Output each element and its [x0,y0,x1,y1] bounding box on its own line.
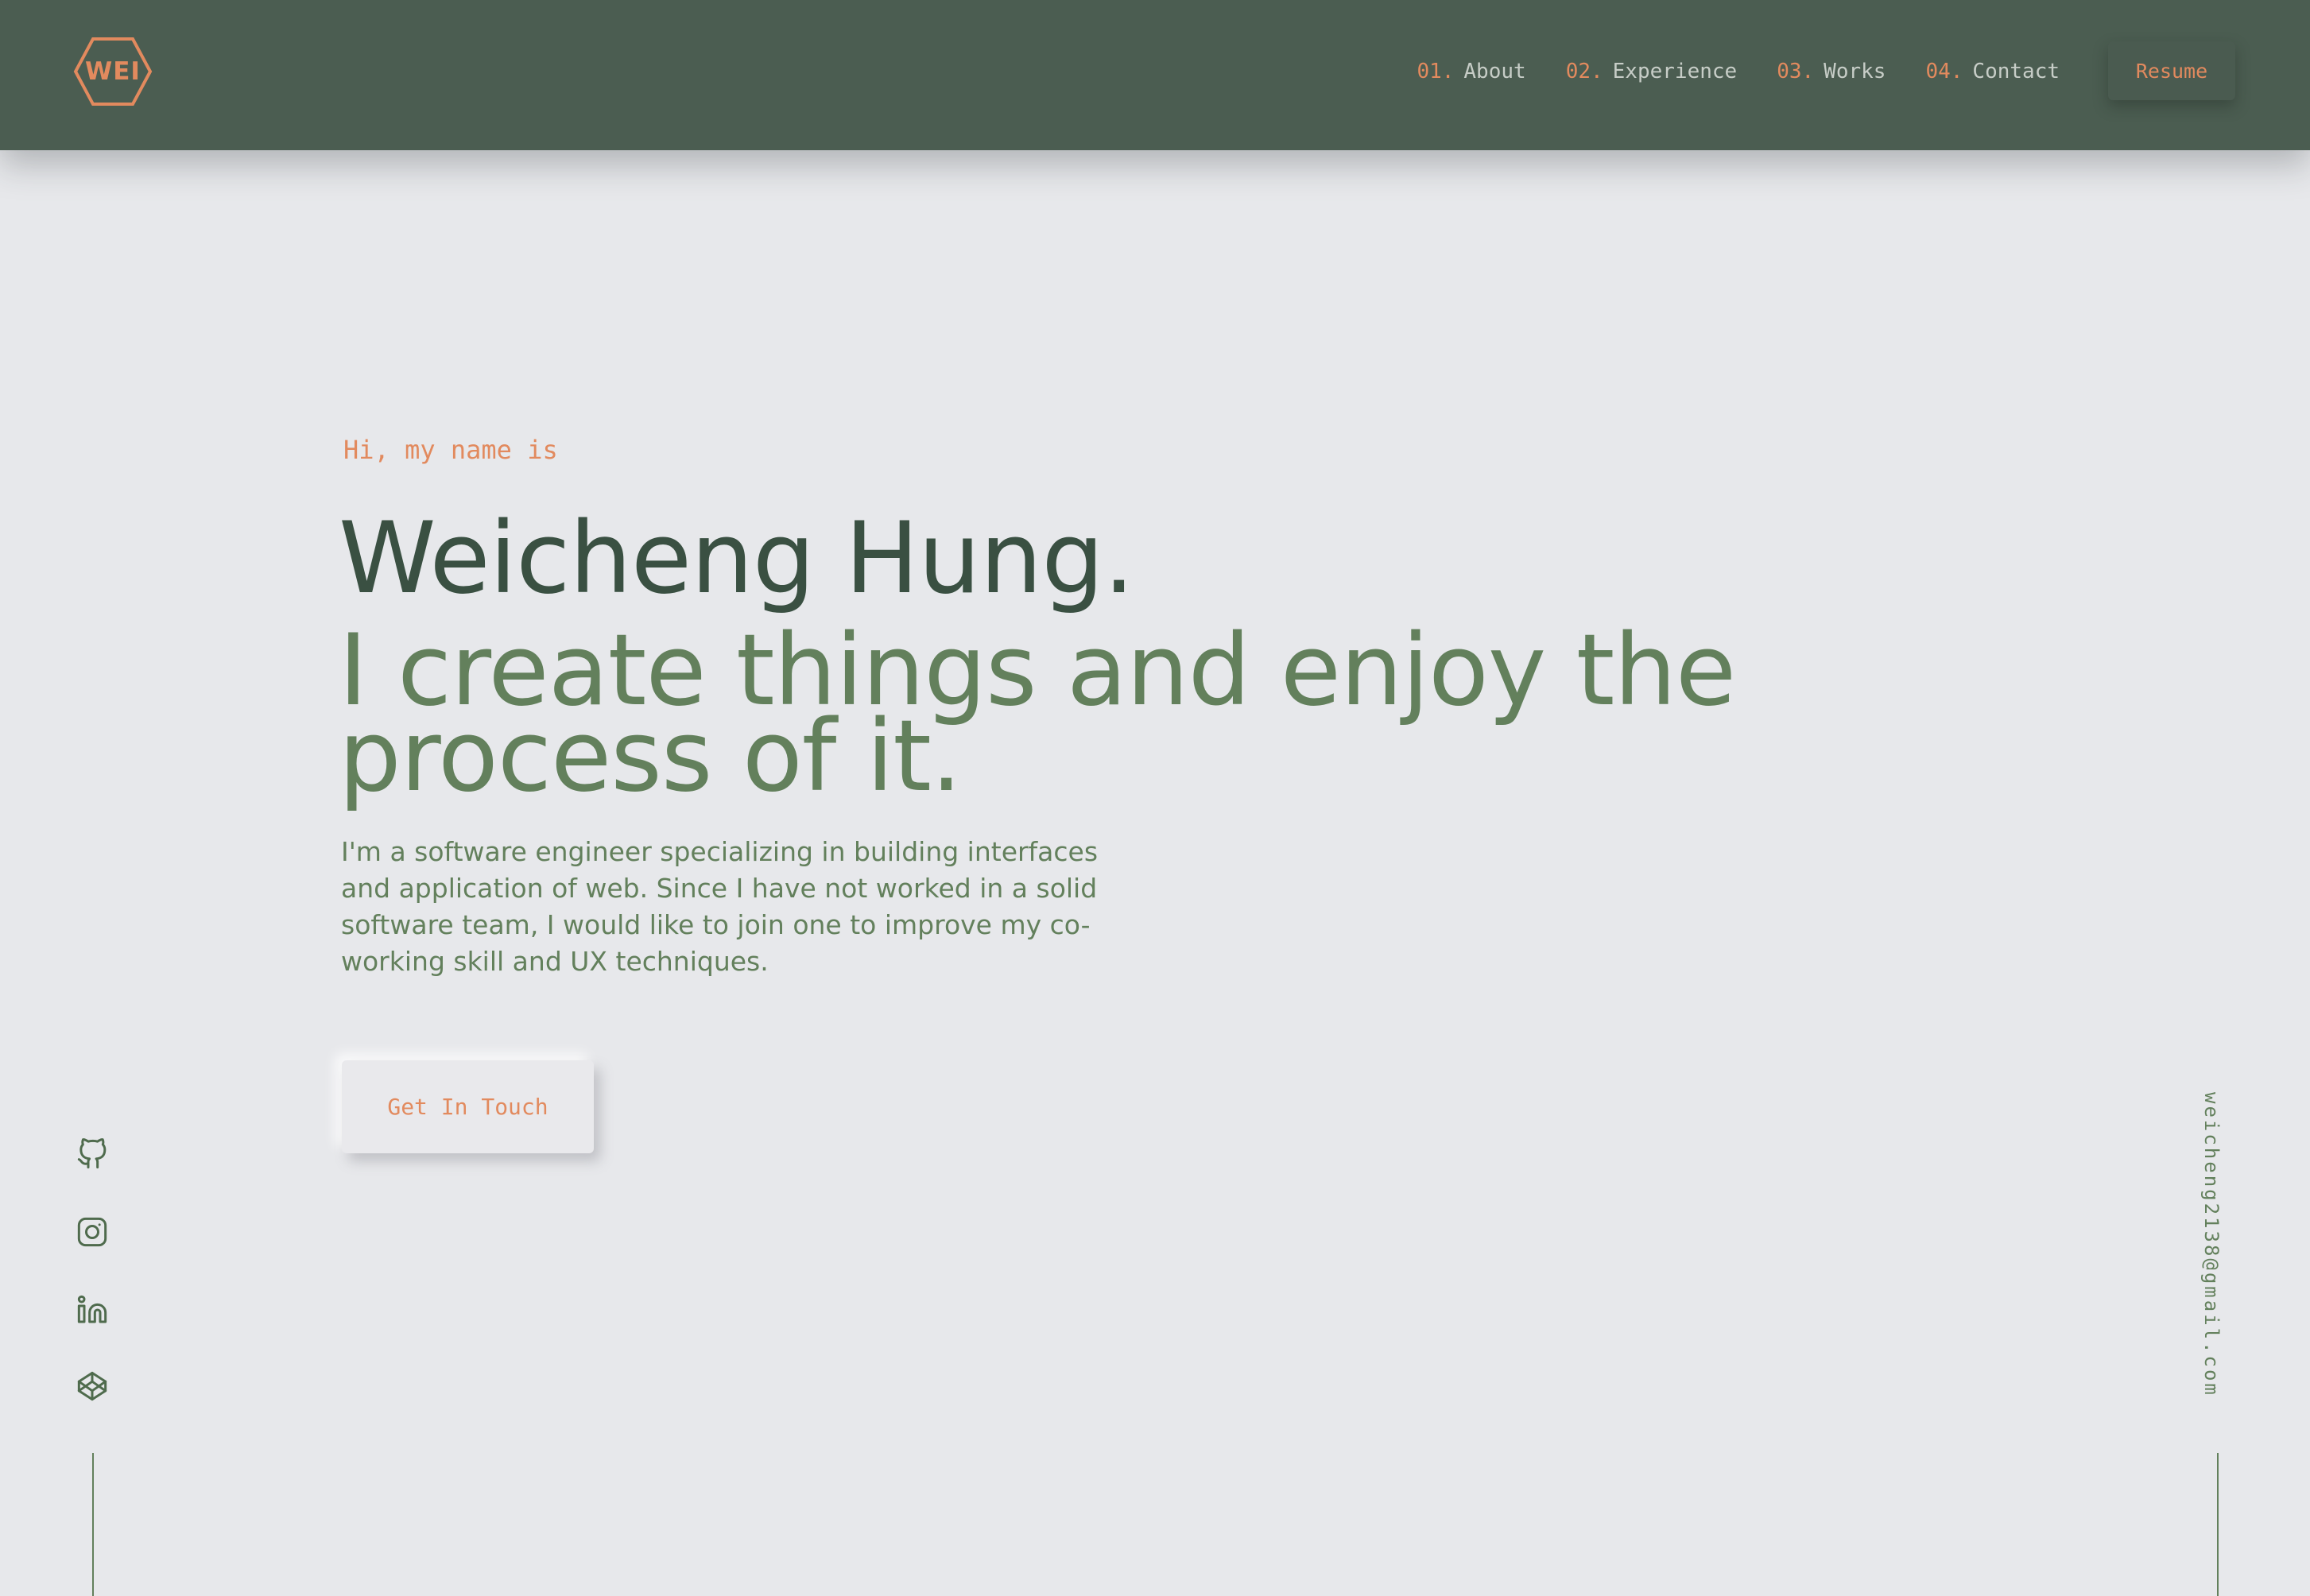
hero-bio-line: I'm a software engineer specializing in … [341,836,1099,867]
nav-number: 01. [1417,60,1455,83]
nav-item-about[interactable]: 01. About [1417,56,1525,87]
main-nav: 01. About 02. Experience 03. Works 04. Conta… [1417,56,2060,87]
nav-number: 02. [1565,60,1603,83]
instagram-link[interactable] [76,1216,108,1248]
codepen-icon [77,1371,107,1401]
get-in-touch-button[interactable]: Get In Touch [342,1060,594,1153]
hero-tagline: I create things and enjoy the process of… [339,622,1769,806]
hero-bio-line: software team, I would like to join one … [341,909,1091,940]
nav-item-contact[interactable]: 04. Contact [1925,56,2060,87]
email-link[interactable]: weicheng2138@gmail.com [2200,1092,2223,1397]
github-icon [77,1138,107,1169]
hero-name: Weicheng Hung. [339,502,1134,616]
nav-item-experience[interactable]: 02. Experience [1566,56,1738,87]
nav-item-works[interactable]: 03. Works [1777,56,1886,87]
nav-number: 04. [1925,60,1963,83]
nav-label: Works [1824,60,1886,83]
codepen-link[interactable] [76,1370,108,1402]
hero-bio-line: working skill and UX techniques. [341,946,769,977]
hero-bio-line: and application of web. Since I have not… [341,873,1098,904]
instagram-icon [77,1217,107,1247]
hero-greeting: Hi, my name is [343,435,558,465]
nav-label: Experience [1612,60,1738,83]
hero-bio: I'm a software engineer specializing in … [341,834,1144,980]
resume-button[interactable]: Resume [2108,41,2235,100]
page: WEI 01. About 02. Experience 03. Works 04. C… [0,0,2310,1596]
github-link[interactable] [76,1138,108,1170]
right-rail-line [2217,1453,2219,1596]
nav-number: 03. [1777,60,1815,83]
nav-label: About [1463,60,1526,83]
site-header: WEI 01. About 02. Experience 03. Works 04. C… [0,0,2310,150]
logo-text: WEI [85,57,141,86]
nav-label: Contact [1972,60,2060,83]
logo-link[interactable]: WEI [73,37,153,107]
linkedin-link[interactable] [76,1294,108,1326]
linkedin-icon [77,1295,107,1323]
left-rail-line [92,1453,94,1596]
